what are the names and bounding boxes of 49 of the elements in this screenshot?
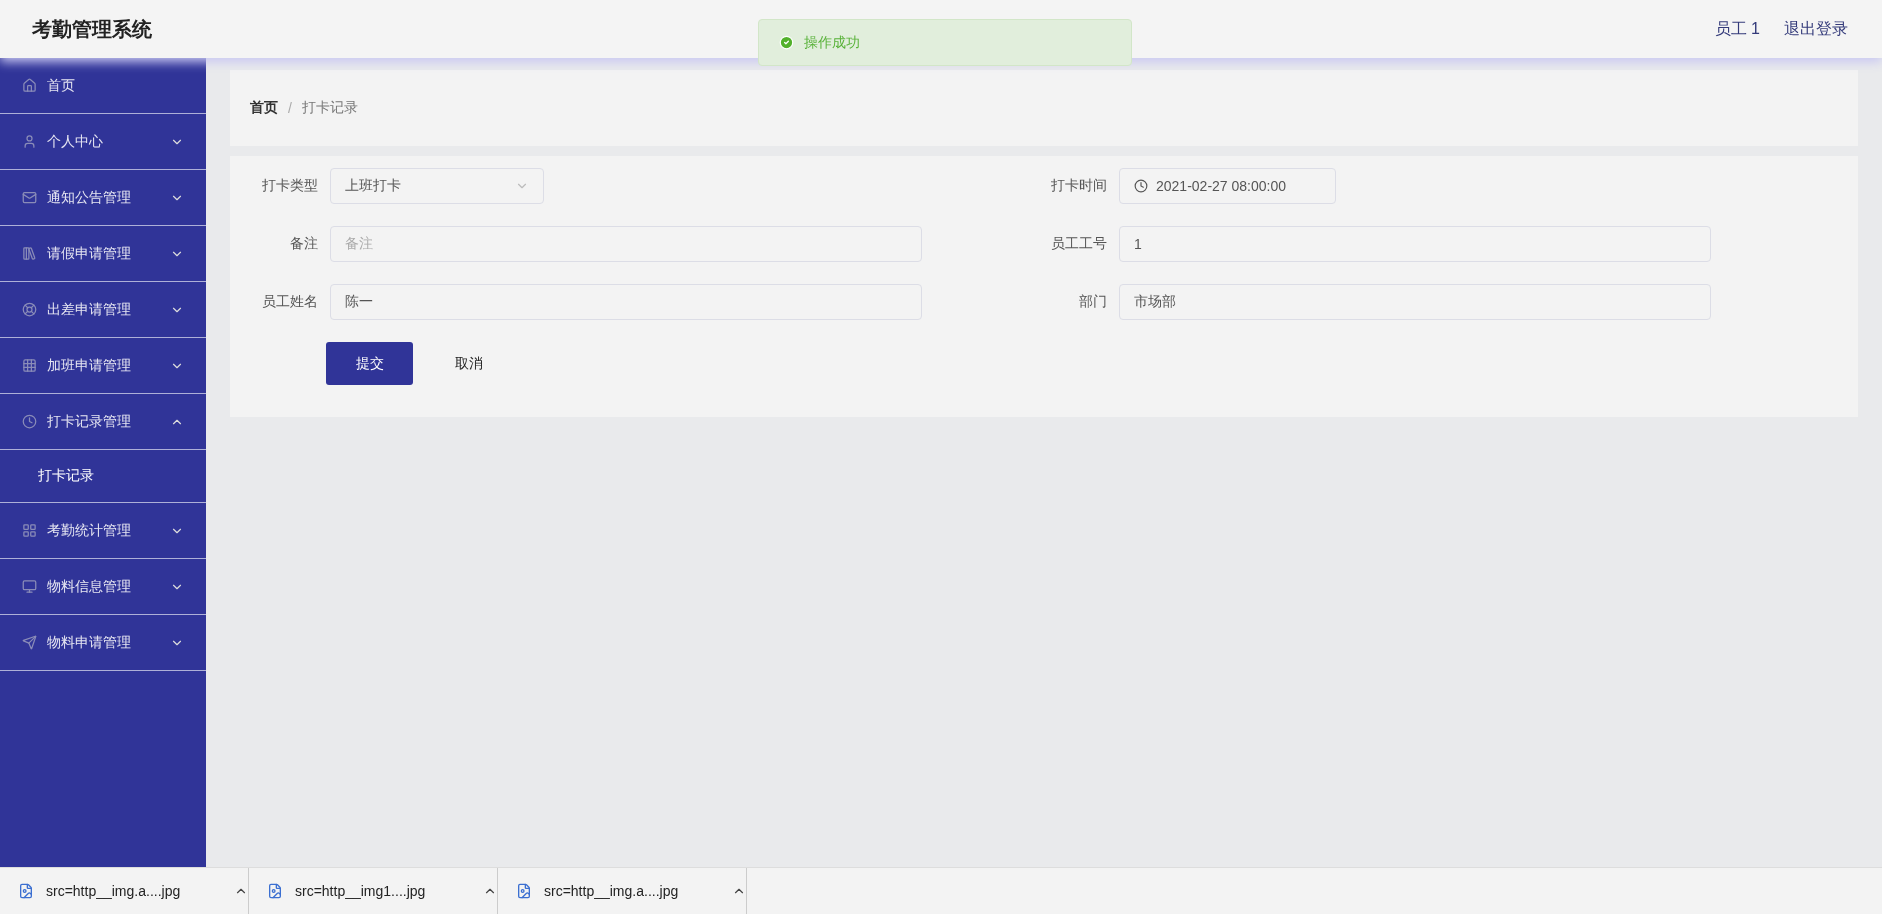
image-file-icon bbox=[267, 883, 283, 899]
field-label: 员工姓名 bbox=[261, 293, 318, 311]
field-label: 备注 bbox=[289, 235, 318, 253]
menu-icon bbox=[22, 78, 37, 93]
menu-icon bbox=[22, 302, 37, 317]
success-toast: 操作成功 bbox=[758, 19, 1132, 66]
sidebar-item[interactable]: 考勤统计管理 bbox=[0, 503, 206, 559]
menu-icon bbox=[22, 358, 37, 373]
menu-icon bbox=[22, 635, 37, 650]
breadcrumb-item[interactable]: 首页 bbox=[250, 99, 278, 117]
menu-icon bbox=[22, 190, 37, 205]
breadcrumb-separator: / bbox=[288, 100, 292, 116]
input-field[interactable]: 陈一 bbox=[330, 284, 922, 320]
field-label: 部门 bbox=[1078, 293, 1107, 311]
sidebar-item[interactable]: 请假申请管理 bbox=[0, 226, 206, 282]
menu-icon bbox=[22, 523, 37, 538]
sidebar-item[interactable]: 首页 bbox=[0, 58, 206, 114]
menu-icon bbox=[22, 414, 37, 429]
image-file-icon bbox=[516, 883, 532, 899]
download-item[interactable]: src=http__img1....jpg bbox=[249, 868, 498, 914]
sidebar-item[interactable]: 物料申请管理 bbox=[0, 615, 206, 671]
menu-icon bbox=[22, 579, 37, 594]
submit-button[interactable]: 提交 bbox=[326, 342, 413, 385]
menu-icon bbox=[22, 134, 37, 149]
menu-icon bbox=[22, 246, 37, 261]
check-icon bbox=[779, 35, 794, 50]
logout-link[interactable]: 退出登录 bbox=[1784, 18, 1848, 40]
download-item[interactable]: src=http__img.a....jpg bbox=[498, 868, 747, 914]
sidebar-item[interactable]: 物料信息管理 bbox=[0, 559, 206, 615]
breadcrumb-item: 打卡记录 bbox=[301, 99, 358, 117]
app-title: 考勤管理系统 bbox=[32, 16, 152, 42]
select-field[interactable]: 上班打卡 bbox=[330, 168, 544, 204]
sidebar-item[interactable]: 出差申请管理 bbox=[0, 282, 206, 338]
sidebar-item[interactable]: 打卡记录管理 bbox=[0, 394, 206, 450]
input-field[interactable]: 1 bbox=[1119, 226, 1711, 262]
cancel-button[interactable]: 取消 bbox=[437, 342, 501, 385]
sidebar-item[interactable]: 个人中心 bbox=[0, 114, 206, 170]
download-item[interactable]: src=http__img.a....jpg bbox=[0, 868, 249, 914]
sidebar-item[interactable]: 加班申请管理 bbox=[0, 338, 206, 394]
field-label: 打卡类型 bbox=[261, 177, 318, 195]
image-file-icon bbox=[18, 883, 34, 899]
sidebar-item[interactable]: 通知公告管理 bbox=[0, 170, 206, 226]
sidebar-subitem[interactable]: 打卡记录 bbox=[0, 450, 206, 503]
field-label: 打卡时间 bbox=[1050, 177, 1107, 195]
date-field[interactable]: 2021-02-27 08:00:00 bbox=[1119, 168, 1336, 204]
user-name: 员工 1 bbox=[1714, 18, 1760, 39]
input-field[interactable]: 市场部 bbox=[1119, 284, 1711, 320]
clock-icon bbox=[1134, 179, 1148, 193]
field-label: 员工工号 bbox=[1050, 235, 1107, 253]
